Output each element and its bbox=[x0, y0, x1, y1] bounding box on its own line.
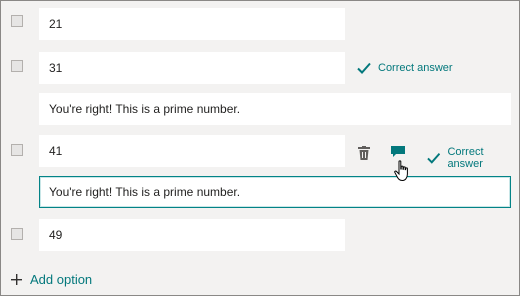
option-checkbox[interactable] bbox=[11, 15, 23, 27]
correct-answer-label: Correct answer bbox=[378, 62, 453, 74]
checkmark-icon bbox=[357, 62, 371, 74]
comment-icon bbox=[391, 146, 405, 157]
option-checkbox[interactable] bbox=[11, 228, 23, 240]
correct-answer-label: Correct answer bbox=[447, 146, 484, 170]
hand-pointer-icon bbox=[394, 160, 408, 182]
option-input[interactable]: 21 bbox=[39, 8, 345, 40]
add-feedback-button[interactable] bbox=[389, 143, 407, 161]
checkmark-icon bbox=[427, 153, 441, 164]
option-checkbox[interactable] bbox=[11, 60, 23, 72]
option-checkbox[interactable] bbox=[11, 144, 23, 156]
option-input[interactable]: 31 bbox=[39, 52, 345, 84]
option-input[interactable]: 41 bbox=[39, 135, 345, 167]
delete-option-button[interactable] bbox=[355, 144, 373, 162]
feedback-input[interactable]: You're right! This is a prime number. bbox=[39, 176, 511, 208]
feedback-input[interactable]: You're right! This is a prime number. bbox=[39, 93, 511, 125]
add-option-label: Add option bbox=[30, 272, 93, 287]
option-input[interactable]: 49 bbox=[39, 219, 345, 251]
correct-answer-toggle[interactable]: Correct answer bbox=[427, 146, 519, 170]
add-option-button[interactable]: Add option bbox=[11, 272, 92, 287]
correct-answer-toggle[interactable]: Correct answer bbox=[357, 62, 453, 74]
plus-icon bbox=[11, 274, 22, 285]
trash-icon bbox=[358, 146, 370, 160]
